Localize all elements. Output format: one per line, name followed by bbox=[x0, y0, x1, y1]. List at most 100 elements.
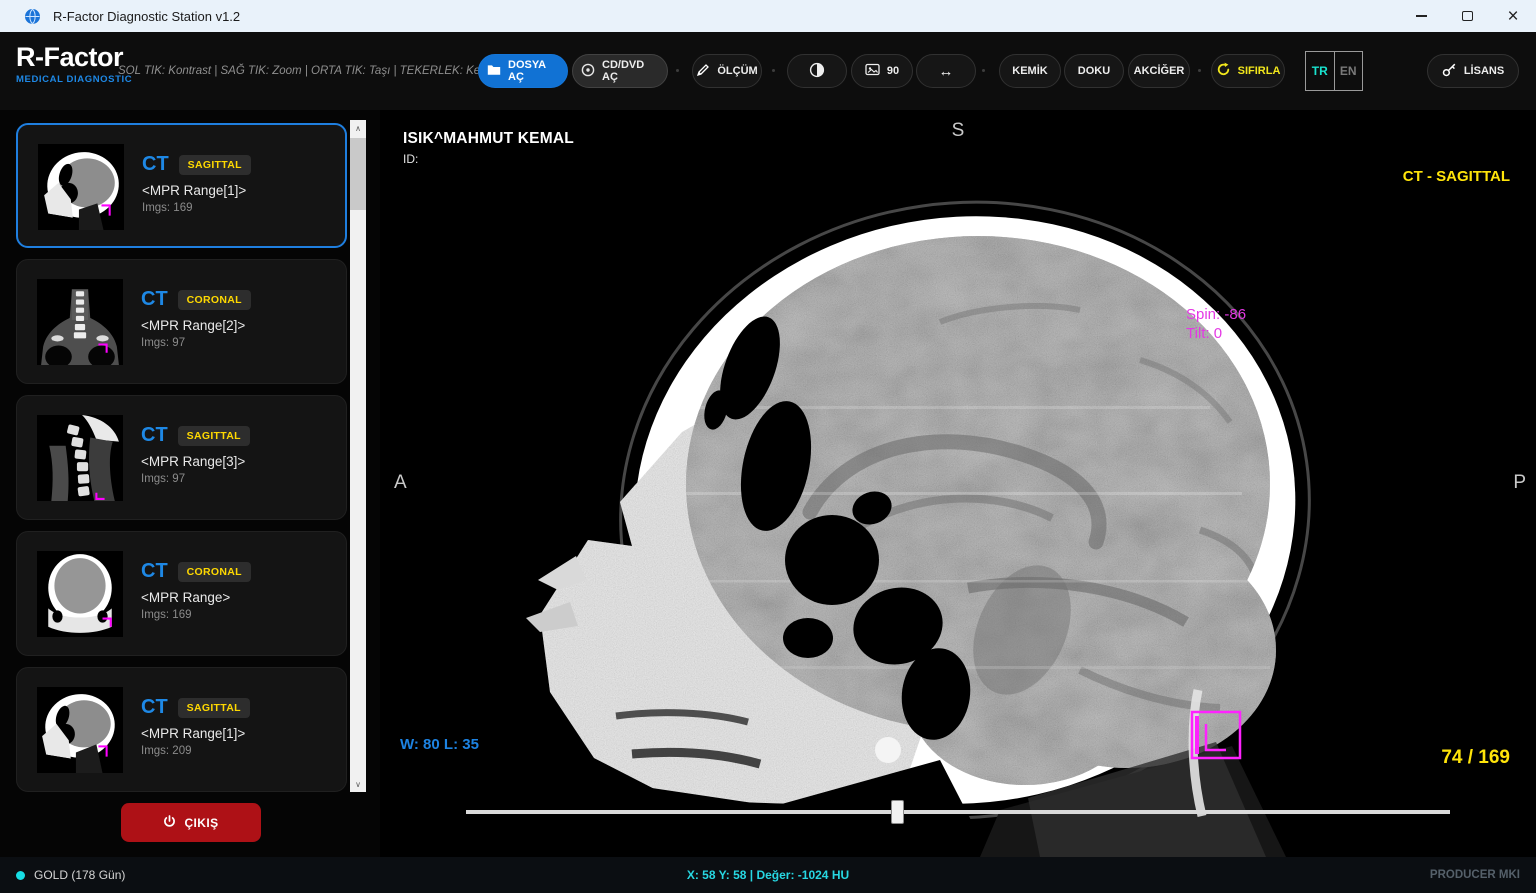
series-thumbnail bbox=[38, 144, 124, 230]
orientation-posterior-label: P bbox=[1513, 472, 1526, 494]
exit-label: ÇIKIŞ bbox=[184, 816, 218, 830]
series-modality: CT bbox=[142, 153, 169, 176]
series-plane-badge: SAGITTAL bbox=[178, 426, 250, 446]
slice-counter: 74 / 169 bbox=[1441, 747, 1510, 769]
preset-bone-button[interactable]: KEMİK bbox=[999, 54, 1061, 88]
series-range: <MPR Range[3]> bbox=[141, 454, 250, 469]
window-title: R-Factor Diagnostic Station v1.2 bbox=[53, 9, 240, 24]
disc-icon bbox=[581, 63, 595, 80]
series-range: <MPR Range[1]> bbox=[141, 726, 250, 741]
main-toolbar: R-Factor MEDICAL DIAGNOSTIC SOL TIK: Kon… bbox=[0, 32, 1536, 110]
series-plane-badge: SAGITTAL bbox=[179, 155, 251, 175]
orientation-marker-box bbox=[1190, 710, 1244, 769]
preset-tissue-label: DOKU bbox=[1078, 65, 1110, 77]
mouse-hint-text: SOL TIK: Kontrast | SAĞ TIK: Zoom | ORTA… bbox=[118, 32, 492, 110]
orientation-superior-label: S bbox=[380, 120, 1536, 142]
series-image-count: Imgs: 169 bbox=[141, 609, 251, 621]
brand-subtitle: MEDICAL DIAGNOSTIC bbox=[16, 74, 132, 85]
scrollbar-up-arrow-icon[interactable]: ∧ bbox=[350, 120, 366, 136]
series-item-5[interactable]: CT SAGITTAL <MPR Range[1]> Imgs: 209 bbox=[16, 667, 347, 792]
series-range: <MPR Range[1]> bbox=[142, 183, 251, 198]
invert-contrast-button[interactable] bbox=[787, 54, 847, 88]
series-item-1[interactable]: CT SAGITTAL <MPR Range[1]> Imgs: 169 bbox=[16, 123, 347, 248]
window-level-readout: W: 80 L: 35 bbox=[400, 736, 479, 753]
language-toggle: TR EN bbox=[1305, 51, 1363, 91]
series-thumbnail bbox=[37, 551, 123, 637]
rotate-90-label: 90 bbox=[887, 65, 899, 77]
license-button[interactable]: LİSANS bbox=[1427, 54, 1519, 88]
measure-label: ÖLÇÜM bbox=[717, 65, 757, 77]
power-icon bbox=[163, 815, 176, 831]
exit-button[interactable]: ÇIKIŞ bbox=[121, 803, 261, 842]
rotate-90-button[interactable]: 90 bbox=[851, 54, 913, 88]
series-plane-badge: SAGITTAL bbox=[178, 698, 250, 718]
series-image-count: Imgs: 97 bbox=[141, 473, 250, 485]
open-file-button[interactable]: DOSYA AÇ bbox=[478, 54, 568, 88]
open-cd-button[interactable]: CD/DVD AÇ bbox=[572, 54, 668, 88]
language-en-button[interactable]: EN bbox=[1335, 52, 1363, 90]
close-button[interactable]: × bbox=[1490, 0, 1536, 32]
contrast-icon bbox=[809, 62, 825, 81]
preset-tissue-button[interactable]: DOKU bbox=[1064, 54, 1124, 88]
active-series-label: CT - SAGITTAL bbox=[1403, 168, 1510, 185]
slice-slider-thumb[interactable] bbox=[891, 800, 904, 824]
series-list: CT SAGITTAL <MPR Range[1]> Imgs: 169 bbox=[0, 123, 380, 803]
series-thumbnail bbox=[37, 279, 123, 365]
slice-slider[interactable] bbox=[466, 810, 1450, 814]
toolbar-separator-dot bbox=[676, 69, 679, 72]
status-bar: GOLD (178 Gün) X: 58 Y: 58 | Değer: -102… bbox=[0, 857, 1536, 893]
series-image-count: Imgs: 209 bbox=[141, 745, 250, 757]
orientation-anterior-label: A bbox=[394, 472, 407, 494]
patient-id: ID: bbox=[403, 152, 574, 166]
rotate-image-icon bbox=[865, 63, 880, 79]
minimize-button[interactable] bbox=[1398, 0, 1444, 32]
series-modality: CT bbox=[141, 288, 168, 311]
series-modality: CT bbox=[141, 696, 168, 719]
reset-label: SIFIRLA bbox=[1238, 65, 1281, 77]
series-modality: CT bbox=[141, 424, 168, 447]
maximize-button[interactable] bbox=[1444, 0, 1490, 32]
scrollbar-thumb[interactable] bbox=[350, 138, 366, 210]
series-modality: CT bbox=[141, 560, 168, 583]
series-plane-badge: CORONAL bbox=[178, 562, 251, 582]
toolbar-separator-dot bbox=[772, 69, 775, 72]
open-file-label: DOSYA AÇ bbox=[508, 59, 559, 83]
flip-horizontal-button[interactable]: ↔ bbox=[916, 54, 976, 88]
series-scrollbar[interactable]: ∧ ∨ bbox=[350, 120, 366, 792]
series-item-3[interactable]: CT SAGITTAL <MPR Range[3]> Imgs: 97 bbox=[16, 395, 347, 520]
series-range: <MPR Range> bbox=[141, 590, 251, 605]
series-thumbnail bbox=[37, 687, 123, 773]
tilt-readout: Tilt: 0 bbox=[1186, 325, 1222, 342]
open-cd-label: CD/DVD AÇ bbox=[602, 59, 659, 83]
series-image-count: Imgs: 169 bbox=[142, 202, 251, 214]
app-window: R-Factor Diagnostic Station v1.2 × R-Fac… bbox=[0, 0, 1536, 893]
app-logo-icon bbox=[24, 8, 41, 25]
close-icon: × bbox=[1507, 7, 1518, 26]
brand-name: R-Factor bbox=[16, 44, 132, 71]
maximize-icon bbox=[1462, 11, 1473, 21]
spin-readout: Spin: -86 bbox=[1186, 306, 1246, 323]
series-range: <MPR Range[2]> bbox=[141, 318, 251, 333]
preset-lung-button[interactable]: AKCİĞER bbox=[1128, 54, 1190, 88]
series-sidebar: CT SAGITTAL <MPR Range[1]> Imgs: 169 bbox=[0, 110, 380, 857]
license-label: LİSANS bbox=[1464, 65, 1504, 77]
measure-button[interactable]: ÖLÇÜM bbox=[692, 54, 762, 88]
series-plane-badge: CORONAL bbox=[178, 290, 251, 310]
toolbar-separator-dot bbox=[982, 69, 985, 72]
minimize-icon bbox=[1416, 15, 1427, 17]
preset-bone-label: KEMİK bbox=[1012, 65, 1047, 77]
reset-button[interactable]: SIFIRLA bbox=[1211, 54, 1285, 88]
image-viewport[interactable]: ISIK^MAHMUT KEMAL ID: CT - SAGITTAL S A … bbox=[380, 110, 1536, 857]
title-bar: R-Factor Diagnostic Station v1.2 × bbox=[0, 0, 1536, 32]
preset-lung-label: AKCİĞER bbox=[1134, 65, 1185, 77]
key-icon bbox=[1442, 62, 1457, 80]
scrollbar-down-arrow-icon[interactable]: ∨ bbox=[350, 776, 366, 792]
series-item-2[interactable]: CT CORONAL <MPR Range[2]> Imgs: 97 bbox=[16, 259, 347, 384]
series-thumbnail bbox=[37, 415, 123, 501]
toolbar-separator-dot bbox=[1198, 69, 1201, 72]
cursor-readout: X: 58 Y: 58 | Değer: -1024 HU bbox=[0, 868, 1536, 882]
language-tr-button[interactable]: TR bbox=[1306, 52, 1335, 90]
brand-block: R-Factor MEDICAL DIAGNOSTIC bbox=[16, 44, 132, 85]
series-item-4[interactable]: CT CORONAL <MPR Range> Imgs: 169 bbox=[16, 531, 347, 656]
flip-arrows-icon: ↔ bbox=[939, 63, 954, 80]
